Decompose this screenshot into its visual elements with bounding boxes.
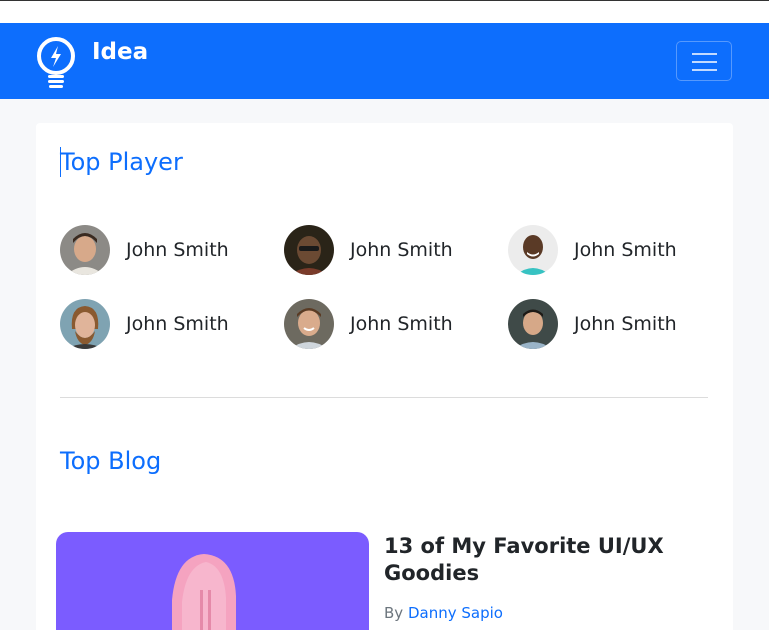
player-name: John Smith xyxy=(574,239,677,261)
lightbulb-icon xyxy=(37,37,75,88)
browser-top-strip xyxy=(0,0,769,23)
avatar xyxy=(284,225,334,275)
player-item[interactable]: John Smith xyxy=(60,225,229,275)
player-item[interactable]: John Smith xyxy=(60,299,229,349)
navbar-toggler-button[interactable] xyxy=(676,41,732,81)
avatar xyxy=(60,225,110,275)
avatar-photo-2 xyxy=(284,225,334,275)
blog-illustration xyxy=(172,554,236,630)
hamburger-menu-icon xyxy=(692,53,717,55)
player-item[interactable]: John Smith xyxy=(508,299,677,349)
avatar-photo-3 xyxy=(508,225,558,275)
player-name: John Smith xyxy=(574,313,677,335)
player-item[interactable]: John Smith xyxy=(284,299,453,349)
avatar xyxy=(60,299,110,349)
player-name: John Smith xyxy=(126,239,229,261)
avatar-photo-1 xyxy=(60,225,110,275)
player-name: John Smith xyxy=(350,239,453,261)
player-item[interactable]: John Smith xyxy=(508,225,677,275)
section-divider xyxy=(60,397,708,398)
hamburger-line xyxy=(692,61,717,63)
avatar-photo-5 xyxy=(284,299,334,349)
blog-post-byline: By Danny Sapio xyxy=(384,604,503,622)
content-card: Top Player John Smith John Smith John Sm… xyxy=(36,123,733,630)
blog-post-image[interactable] xyxy=(56,532,369,630)
blog-author-link[interactable]: Danny Sapio xyxy=(408,604,503,622)
avatar xyxy=(508,299,558,349)
top-blog-heading: Top Blog xyxy=(60,447,162,475)
avatar xyxy=(284,299,334,349)
brand-name: Idea xyxy=(92,39,149,65)
hamburger-line xyxy=(692,69,717,71)
player-name: John Smith xyxy=(126,313,229,335)
top-player-heading: Top Player xyxy=(60,148,183,176)
player-item[interactable]: John Smith xyxy=(284,225,453,275)
navbar: Idea xyxy=(0,23,769,99)
avatar xyxy=(508,225,558,275)
avatar-photo-6 xyxy=(508,299,558,349)
player-name: John Smith xyxy=(350,313,453,335)
avatar-photo-4 xyxy=(60,299,110,349)
brand-link[interactable]: Idea xyxy=(34,36,148,90)
byline-label: By xyxy=(384,604,404,622)
blog-post-title[interactable]: 13 of My Favorite UI/UX Goodies xyxy=(384,533,684,587)
